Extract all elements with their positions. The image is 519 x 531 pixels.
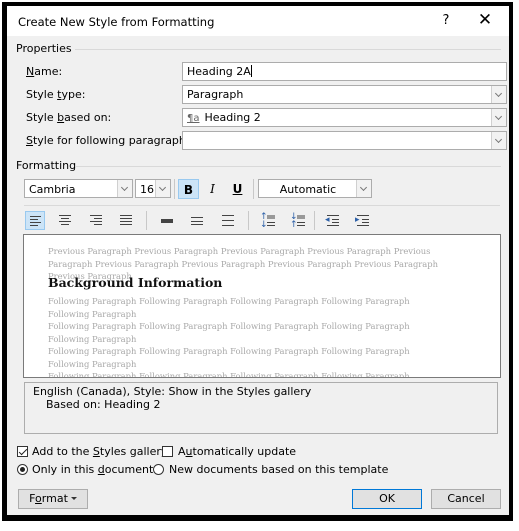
chevron-down-icon[interactable]: [491, 86, 506, 103]
create-style-dialog: Create New Style from Formatting ? ✕ Pro…: [7, 6, 509, 515]
chevron-down-icon[interactable]: [117, 180, 132, 197]
increase-paragraph-spacing-button[interactable]: ↑ ↓: [258, 211, 278, 230]
cancel-button[interactable]: Cancel: [431, 489, 501, 509]
following-paragraph-label: Style for following paragraph:: [26, 134, 190, 147]
ok-button[interactable]: OK: [352, 489, 422, 509]
single-spacing-button[interactable]: [157, 211, 177, 230]
italic-button[interactable]: I: [202, 179, 223, 199]
toolbar-divider: [24, 205, 500, 206]
decrease-paragraph-spacing-button[interactable]: ↓ ↑: [288, 211, 308, 230]
formatting-section-label: Formatting: [16, 159, 77, 172]
auto-update-checkbox[interactable]: [162, 446, 173, 457]
preview-following-paragraph: Following Paragraph Following Paragraph …: [48, 296, 410, 378]
following-paragraph-dropdown[interactable]: [182, 131, 507, 150]
new-docs-template-label: New documents based on this template: [169, 463, 389, 476]
chevron-down-icon[interactable]: [491, 132, 506, 149]
only-this-document-label: Only in this document: [32, 463, 154, 476]
help-button[interactable]: ?: [439, 13, 453, 28]
style-type-label: Style type:: [26, 88, 86, 101]
bold-button[interactable]: B: [178, 179, 199, 199]
font-size-dropdown[interactable]: 16: [135, 179, 171, 198]
align-center-button[interactable]: [55, 211, 75, 230]
chevron-down-icon[interactable]: [356, 180, 371, 197]
format-button[interactable]: Format: [18, 489, 88, 509]
toolbar-separator: [174, 179, 175, 199]
dialog-title: Create New Style from Formatting: [18, 15, 215, 29]
style-preview-pane: Previous Paragraph Previous Paragraph Pr…: [23, 234, 501, 378]
new-docs-template-radio[interactable]: [153, 464, 164, 475]
close-icon[interactable]: ✕: [475, 10, 495, 30]
underline-button[interactable]: U: [227, 179, 248, 199]
align-left-button[interactable]: [25, 211, 45, 230]
preview-heading: Background Information: [48, 275, 223, 290]
toolbar-separator: [248, 211, 249, 230]
font-color-dropdown[interactable]: Automatic: [258, 179, 372, 198]
double-spacing-button[interactable]: [218, 211, 238, 230]
style-based-on-dropdown[interactable]: ¶a Heading 2: [182, 108, 507, 127]
style-based-on-label: Style based on:: [26, 111, 112, 124]
properties-divider: [75, 49, 501, 50]
font-dropdown[interactable]: Cambria: [24, 179, 133, 198]
add-to-gallery-checkbox[interactable]: [17, 446, 28, 457]
style-type-dropdown[interactable]: Paragraph: [182, 85, 507, 104]
toolbar-separator: [314, 211, 315, 230]
dropdown-arrow-icon: [70, 497, 77, 500]
toolbar-separator: [253, 179, 254, 199]
toolbar-separator: [146, 211, 147, 230]
add-to-gallery-label: Add to the Styles gallery: [32, 445, 168, 458]
title-bar: Create New Style from Formatting ? ✕: [7, 6, 509, 36]
properties-section-label: Properties: [16, 42, 72, 55]
style-description: English (Canada), Style: Show in the Sty…: [24, 382, 498, 434]
one-half-spacing-button[interactable]: [187, 211, 207, 230]
chevron-down-icon[interactable]: [155, 180, 170, 197]
align-right-button[interactable]: [86, 211, 106, 230]
name-input[interactable]: Heading 2A: [182, 62, 507, 81]
justify-button[interactable]: [116, 211, 136, 230]
formatting-divider: [75, 166, 501, 167]
name-label: Name:: [26, 65, 63, 78]
auto-update-label: Automatically update: [178, 445, 297, 458]
paragraph-style-icon: ¶a: [187, 113, 200, 124]
increase-indent-button[interactable]: ▸: [353, 211, 373, 230]
only-this-document-radio[interactable]: [17, 464, 28, 475]
decrease-indent-button[interactable]: ◂: [323, 211, 343, 230]
chevron-down-icon[interactable]: [491, 109, 506, 126]
